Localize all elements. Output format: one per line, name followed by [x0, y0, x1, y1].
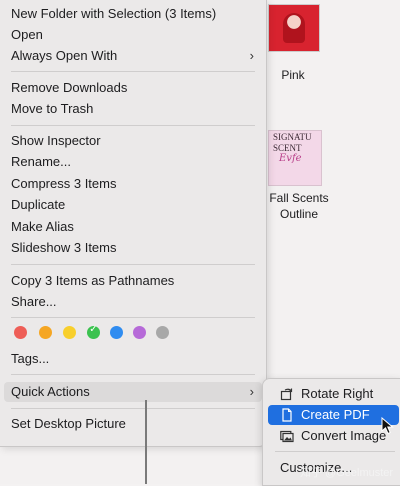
- menu-separator: [11, 374, 255, 375]
- submenu-item-rotate-right[interactable]: Rotate Right: [268, 384, 399, 404]
- chevron-right-icon: ›: [249, 384, 254, 399]
- menu-separator: [11, 125, 255, 126]
- mouse-pointer-icon: [381, 417, 394, 435]
- menu-item-duplicate[interactable]: Duplicate: [4, 195, 262, 215]
- file-label-fall-scents[interactable]: Fall Scents Outline: [262, 190, 336, 222]
- menu-item-open[interactable]: Open: [4, 25, 262, 45]
- submenu-item-convert-image[interactable]: Convert Image: [268, 426, 399, 446]
- tag-yellow[interactable]: [63, 326, 76, 339]
- submenu-item-create-pdf[interactable]: Create PDF: [268, 405, 399, 425]
- menu-separator: [275, 451, 395, 452]
- tag-green[interactable]: ✓: [87, 324, 100, 339]
- menu-item-make-alias[interactable]: Make Alias: [4, 217, 262, 237]
- menu-item-quick-actions[interactable]: Quick Actions ›: [4, 382, 262, 402]
- file-label-line1: Fall Scents: [269, 191, 329, 205]
- tag-purple[interactable]: [133, 326, 146, 339]
- menu-item-show-inspector[interactable]: Show Inspector: [4, 131, 262, 151]
- watermark: 知乎 @Geelmuster: [300, 467, 394, 479]
- doc-script-text: Evfe: [279, 153, 302, 164]
- menu-item-remove-downloads[interactable]: Remove Downloads: [4, 78, 262, 98]
- tag-gray[interactable]: [156, 326, 169, 339]
- text-cursor-line: [145, 400, 147, 484]
- portrait-figure: [283, 13, 305, 43]
- menu-separator: [11, 408, 255, 409]
- submenu-item-label: Convert Image: [301, 428, 387, 443]
- chevron-right-icon: ›: [249, 48, 254, 63]
- menu-item-set-desktop-picture[interactable]: Set Desktop Picture: [4, 414, 262, 434]
- menu-separator: [11, 71, 255, 72]
- menu-item-share[interactable]: Share...: [4, 292, 262, 312]
- menu-item-compress[interactable]: Compress 3 Items: [4, 174, 262, 194]
- menu-separator: [11, 264, 255, 265]
- menu-item-label: Always Open With: [11, 48, 118, 63]
- menu-item-new-folder-with-selection[interactable]: New Folder with Selection (3 Items): [4, 4, 262, 24]
- submenu-item-label: Rotate Right: [301, 386, 374, 401]
- doc-text-line1: SIGNATU: [273, 132, 312, 142]
- tag-blue[interactable]: [110, 326, 123, 339]
- rotate-right-icon: [280, 387, 294, 401]
- image-icon: [280, 429, 294, 443]
- submenu-item-label: Create PDF: [301, 407, 370, 422]
- doc-text-line2: SCENT: [273, 143, 302, 153]
- menu-item-move-to-trash[interactable]: Move to Trash: [4, 99, 262, 119]
- menu-item-label: Quick Actions: [11, 384, 90, 399]
- file-label-pink[interactable]: Pink: [268, 68, 318, 82]
- file-label-line2: Outline: [279, 207, 319, 221]
- menu-item-tags[interactable]: Tags...: [4, 349, 262, 369]
- file-thumbnail-pink[interactable]: [268, 4, 320, 52]
- tag-red[interactable]: [14, 326, 27, 339]
- file-thumbnail-fall-scents[interactable]: SIGNATU SCENT Evfe: [268, 130, 322, 186]
- menu-item-slideshow[interactable]: Slideshow 3 Items: [4, 238, 262, 258]
- context-menu: New Folder with Selection (3 Items) Open…: [0, 0, 267, 447]
- menu-item-rename[interactable]: Rename...: [4, 152, 262, 172]
- menu-separator: [11, 317, 255, 318]
- menu-item-always-open-with[interactable]: Always Open With ›: [4, 46, 262, 66]
- document-icon: [280, 408, 294, 422]
- tag-orange[interactable]: [39, 326, 52, 339]
- checkmark-icon: ✓: [89, 324, 98, 335]
- menu-item-copy-pathnames[interactable]: Copy 3 Items as Pathnames: [4, 271, 262, 291]
